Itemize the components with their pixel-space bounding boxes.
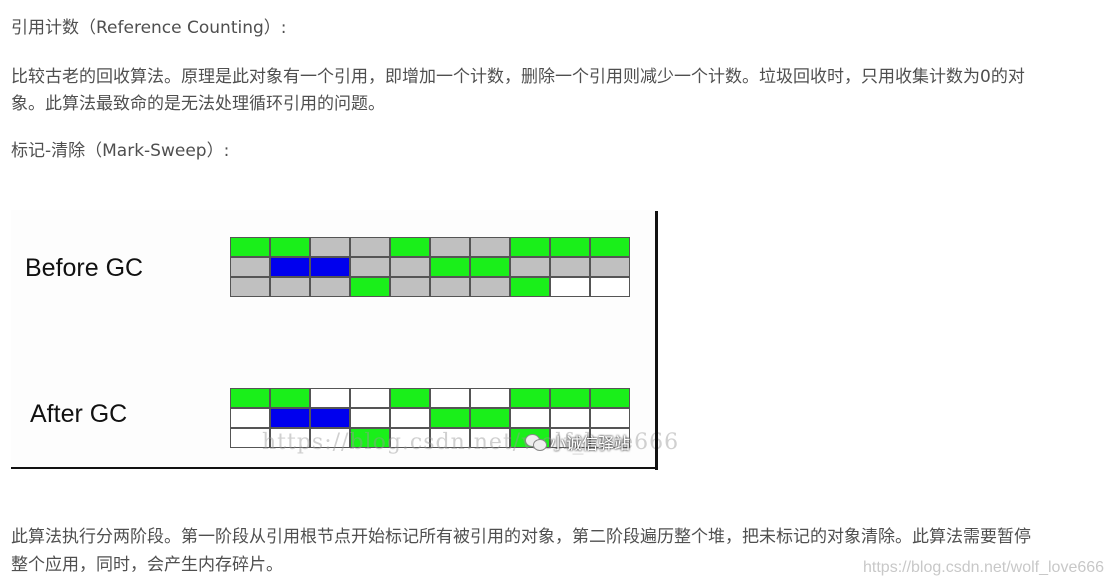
paragraph-mark-sweep-line2: 整个应用，同时，会产生内存碎片。 xyxy=(11,555,283,575)
memory-cell-free xyxy=(590,277,630,297)
memory-cell-live xyxy=(510,237,550,257)
memory-cell-garbage xyxy=(430,237,470,257)
memory-cell-free xyxy=(350,408,390,428)
memory-cell-garbage xyxy=(310,277,350,297)
memory-cell-live xyxy=(470,257,510,277)
memory-cell-live xyxy=(230,237,270,257)
memory-cell-garbage xyxy=(510,257,550,277)
memory-cell-garbage xyxy=(550,257,590,277)
memory-cell-free xyxy=(310,388,350,408)
after-gc-label: After GC xyxy=(30,400,128,428)
wechat-watermark-text: 小诚信驿站 xyxy=(550,434,631,453)
memory-cell-live xyxy=(470,408,510,428)
memory-cell-garbage xyxy=(430,277,470,297)
memory-cell-root xyxy=(310,408,350,428)
memory-cell-live xyxy=(390,388,430,408)
memory-cell-free xyxy=(550,277,590,297)
memory-cell-live xyxy=(590,388,630,408)
memory-cell-garbage xyxy=(310,237,350,257)
memory-cell-free xyxy=(430,388,470,408)
memory-cell-garbage xyxy=(390,257,430,277)
paragraph-reference-counting-line2: 象。此算法最致命的是无法处理循环引用的问题。 xyxy=(11,94,385,114)
memory-cell-root xyxy=(270,257,310,277)
memory-cell-garbage xyxy=(470,277,510,297)
heading-mark-sweep: 标记-清除（Mark-Sweep）: xyxy=(11,141,230,161)
wechat-icon xyxy=(525,434,547,451)
figure-bottom-border xyxy=(11,467,658,469)
memory-cell-free xyxy=(470,388,510,408)
memory-cell-free xyxy=(390,408,430,428)
paragraph-reference-counting-line1: 比较古老的回收算法。原理是此对象有一个引用，即增加一个计数，删除一个引用则减少一… xyxy=(11,67,1025,87)
before-gc-label: Before GC xyxy=(25,254,144,282)
before-gc-memory-grid xyxy=(230,237,630,297)
memory-cell-live xyxy=(590,237,630,257)
footer-watermark: https://blog.csdn.net/wolf_love666 xyxy=(863,559,1105,576)
paragraph-mark-sweep-line1: 此算法执行分两阶段。第一阶段从引用根节点开始标记所有被引用的对象，第二阶段遍历整… xyxy=(11,527,1031,547)
memory-cell-live xyxy=(270,388,310,408)
memory-cell-garbage xyxy=(350,237,390,257)
memory-cell-garbage xyxy=(350,257,390,277)
wechat-watermark: 小诚信驿站 xyxy=(525,430,630,454)
memory-cell-free xyxy=(590,408,630,428)
memory-cell-garbage xyxy=(270,277,310,297)
memory-cell-live xyxy=(270,237,310,257)
memory-cell-garbage xyxy=(230,257,270,277)
memory-cell-live xyxy=(550,237,590,257)
memory-cell-garbage xyxy=(470,237,510,257)
memory-cell-live xyxy=(510,388,550,408)
memory-cell-garbage xyxy=(390,277,430,297)
memory-cell-garbage xyxy=(590,257,630,277)
memory-cell-garbage xyxy=(230,277,270,297)
memory-cell-free xyxy=(510,408,550,428)
memory-cell-free xyxy=(550,408,590,428)
memory-cell-live xyxy=(390,237,430,257)
memory-cell-live xyxy=(350,277,390,297)
memory-cell-live xyxy=(430,257,470,277)
memory-cell-free xyxy=(350,388,390,408)
memory-cell-live xyxy=(510,277,550,297)
memory-cell-live xyxy=(550,388,590,408)
memory-cell-root xyxy=(310,257,350,277)
figure-right-border xyxy=(655,211,658,470)
memory-cell-root xyxy=(270,408,310,428)
memory-cell-live xyxy=(230,388,270,408)
memory-cell-live xyxy=(430,408,470,428)
heading-reference-counting: 引用计数（Reference Counting）: xyxy=(11,18,287,38)
memory-cell-free xyxy=(230,408,270,428)
